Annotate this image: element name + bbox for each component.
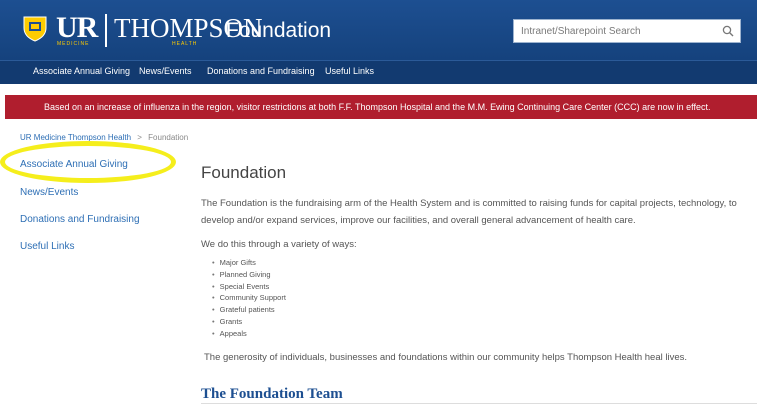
alert-text: Based on an increase of influenza in the… (44, 102, 711, 112)
section-title: The Foundation Team (201, 386, 343, 402)
closing-paragraph: The generosity of individuals, businesse… (204, 352, 688, 363)
logo-medicine-text: MEDICINE (57, 41, 90, 47)
nav-item-useful-links[interactable]: Useful Links (325, 66, 374, 76)
breadcrumb-current: Foundation (148, 133, 189, 142)
list-item: Grants (212, 316, 286, 328)
breadcrumb-home-link[interactable]: UR Medicine Thompson Health (20, 133, 131, 142)
logo-ur-text: UR (56, 11, 98, 44)
list-item: Community Support (212, 292, 286, 304)
site-header: UR MEDICINE THOMPSON HEALTH Foundation (0, 0, 757, 60)
list-item: Major Gifts (212, 257, 286, 269)
ways-list: Major Gifts Planned Giving Special Event… (212, 257, 286, 340)
breadcrumb: UR Medicine Thompson Health > Foundation (20, 133, 188, 142)
nav-item-associate-annual-giving[interactable]: Associate Annual Giving (33, 66, 130, 76)
list-item: Grateful patients (212, 304, 286, 316)
list-item: Appeals (212, 328, 286, 340)
sidebar-item-donations-fundraising[interactable]: Donations and Fundraising (20, 214, 140, 225)
site-title[interactable]: Foundation (226, 19, 331, 43)
search-box (513, 19, 741, 43)
logo-divider (105, 14, 107, 47)
nav-item-news-events[interactable]: News/Events (139, 66, 192, 76)
main-nav: Associate Annual Giving News/Events Dona… (0, 60, 757, 84)
search-input[interactable] (514, 20, 721, 42)
list-item: Special Events (212, 281, 286, 293)
ways-intro: We do this through a variety of ways: (201, 239, 357, 250)
shield-icon (23, 16, 47, 42)
nav-item-donations-fundraising[interactable]: Donations and Fundraising (207, 66, 315, 76)
search-icon[interactable] (722, 25, 734, 37)
sidebar-item-useful-links[interactable]: Useful Links (20, 241, 74, 252)
sidebar-item-news-events[interactable]: News/Events (20, 187, 78, 198)
alert-banner: Based on an increase of influenza in the… (5, 95, 757, 119)
breadcrumb-separator: > (137, 133, 142, 142)
sidebar-item-associate-annual-giving[interactable]: Associate Annual Giving (20, 159, 128, 170)
page-title: Foundation (201, 163, 287, 182)
list-item: Planned Giving (212, 269, 286, 281)
intro-paragraph: The Foundation is the fundraising arm of… (201, 198, 737, 226)
logo-health-text: HEALTH (172, 41, 198, 47)
